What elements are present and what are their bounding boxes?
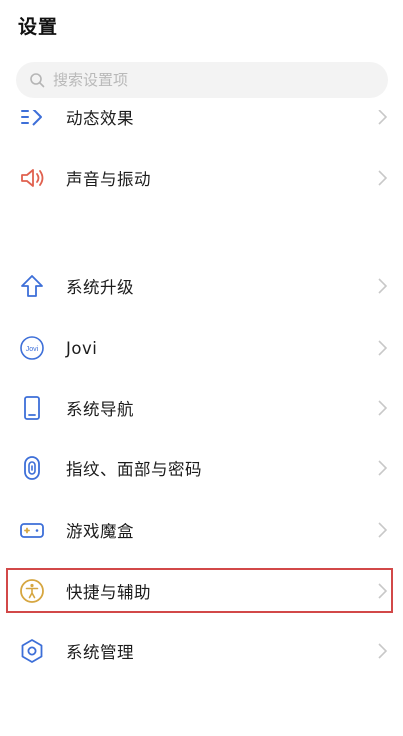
game-box-icon xyxy=(18,516,46,544)
chevron-right-icon xyxy=(378,109,388,125)
settings-item-system-navigation[interactable]: 系统导航 xyxy=(0,382,403,434)
chevron-right-icon xyxy=(378,170,388,186)
settings-item-jovi[interactable]: Jovi Jovi xyxy=(0,322,403,374)
settings-item-label: 快捷与辅助 xyxy=(66,583,151,602)
settings-item-label: 声音与振动 xyxy=(66,170,151,189)
page-title: 设置 xyxy=(18,16,59,38)
chevron-right-icon xyxy=(378,278,388,294)
settings-item-label: 指纹、面部与密码 xyxy=(66,460,202,479)
settings-header: 设置 xyxy=(0,0,403,110)
chevron-right-icon xyxy=(378,643,388,659)
jovi-icon-text: Jovi xyxy=(26,346,39,353)
settings-item-label: 游戏魔盒 xyxy=(66,522,134,541)
system-management-icon xyxy=(18,637,46,665)
settings-item-sound-vibration[interactable]: 声音与振动 xyxy=(0,152,403,204)
jovi-icon: Jovi xyxy=(18,334,46,362)
search-bar[interactable] xyxy=(16,62,388,98)
phone-icon xyxy=(18,394,46,422)
accessibility-icon xyxy=(18,577,46,605)
settings-item-system-upgrade[interactable]: 系统升级 xyxy=(0,260,403,312)
chevron-right-icon xyxy=(378,340,388,356)
settings-item-label: 系统管理 xyxy=(66,643,134,662)
chevron-right-icon xyxy=(378,460,388,476)
settings-item-label: 系统导航 xyxy=(66,400,134,419)
settings-item-fingerprint-face-password[interactable]: 指纹、面部与密码 xyxy=(0,442,403,494)
settings-item-shortcuts-accessibility[interactable]: 快捷与辅助 xyxy=(0,565,403,617)
upgrade-arrow-icon xyxy=(18,272,46,300)
fingerprint-icon xyxy=(18,454,46,482)
search-icon xyxy=(29,72,45,88)
chevron-right-icon xyxy=(378,400,388,416)
settings-item-label: 系统升级 xyxy=(66,278,134,297)
search-input[interactable] xyxy=(53,71,353,89)
chevron-right-icon xyxy=(378,522,388,538)
speaker-icon xyxy=(18,164,46,192)
settings-item-label: Jovi xyxy=(66,338,98,358)
settings-item-system-management[interactable]: 系统管理 xyxy=(0,625,403,677)
chevron-right-icon xyxy=(378,583,388,599)
settings-item-game-box[interactable]: 游戏魔盒 xyxy=(0,504,403,556)
